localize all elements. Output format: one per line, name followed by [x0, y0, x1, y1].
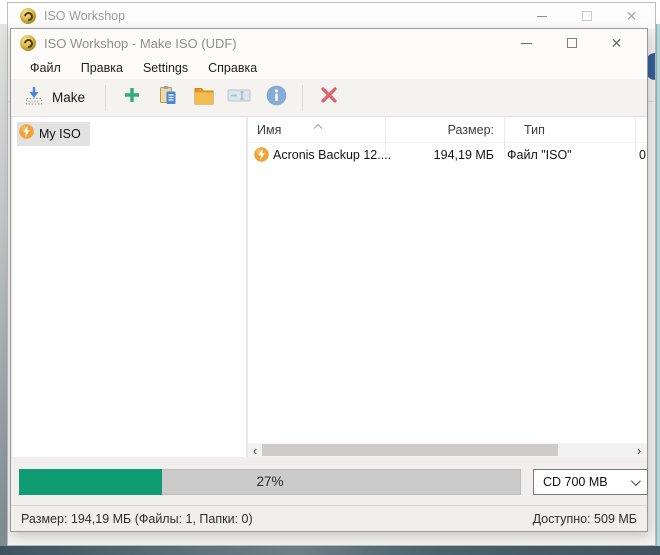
close-icon: ✕ [611, 36, 623, 50]
minimize-icon [537, 16, 547, 17]
chevron-down-icon [631, 476, 641, 486]
file-name: Acronis Backup 12.... [273, 148, 391, 162]
maximize-icon [582, 11, 592, 21]
window-title: ISO Workshop - Make ISO (UDF) [44, 36, 237, 51]
bg-maximize-button[interactable] [564, 4, 609, 28]
tree-item-label: My ISO [39, 127, 81, 141]
new-folder-button[interactable] [189, 83, 219, 113]
add-files-button[interactable] [117, 83, 147, 113]
info-icon [265, 84, 288, 112]
menubar: Файл Правка Settings Справка [11, 57, 647, 79]
rename-button [225, 83, 255, 113]
scrollbar-thumb[interactable] [262, 444, 558, 456]
volume-tree-panel: My ISO [13, 117, 246, 457]
desktop-wallpaper-right [656, 24, 660, 547]
file-list-panel: Имя Размер: Тип Acronis Backup 12.... 19… [248, 117, 647, 457]
toolbar-separator [105, 85, 106, 111]
desktop-wallpaper-bottom [0, 546, 660, 555]
progress-bar: 27% [19, 469, 521, 495]
maximize-icon [567, 38, 577, 48]
make-button[interactable]: Make [17, 82, 97, 113]
file-row[interactable]: Acronis Backup 12.... 194,19 МБ Файл "IS… [248, 145, 647, 167]
minimize-button[interactable] [504, 31, 549, 55]
background-titlebar[interactable]: ISO Workshop ✕ [8, 3, 655, 29]
scroll-left-icon[interactable]: ‹ [248, 443, 262, 457]
lightning-circle-icon [254, 147, 269, 165]
list-header: Имя Размер: Тип [248, 117, 647, 143]
status-bar: Размер: 194,19 МБ (Файлы: 1, Папки: 0) Д… [11, 505, 647, 531]
paste-button[interactable] [153, 83, 183, 113]
close-icon: ✕ [626, 9, 638, 23]
app-logo-icon [20, 35, 36, 51]
menu-file[interactable]: Файл [21, 59, 71, 78]
sort-ascending-icon [313, 118, 323, 132]
disc-capacity-dropdown[interactable]: CD 700 MB [533, 469, 648, 495]
column-header-size[interactable]: Размер: [386, 123, 494, 137]
make-button-label: Make [52, 90, 85, 105]
plus-icon [122, 85, 142, 110]
background-window-controls: ✕ [519, 4, 654, 28]
burn-arrow-icon [24, 85, 44, 110]
progress-percent-label: 27% [19, 469, 521, 495]
horizontal-scrollbar[interactable]: ‹ › [248, 443, 647, 457]
desktop-wallpaper-left [0, 24, 7, 547]
toolbar: Make [11, 79, 647, 117]
scroll-right-icon[interactable]: › [632, 443, 646, 457]
titlebar[interactable]: ISO Workshop - Make ISO (UDF) ✕ [11, 29, 647, 57]
bg-minimize-button[interactable] [519, 4, 564, 28]
column-header-type[interactable]: Тип [524, 123, 545, 137]
menu-edit[interactable]: Правка [71, 59, 133, 78]
file-size: 194,19 МБ [386, 148, 494, 162]
app-logo-icon [20, 8, 36, 24]
background-window-title: ISO Workshop [44, 9, 125, 23]
disc-capacity-value: CD 700 MB [543, 475, 608, 489]
bg-close-button[interactable]: ✕ [609, 4, 654, 28]
red-cross-icon [319, 85, 339, 110]
clipboard-paste-icon [158, 85, 178, 110]
lightning-circle-icon [19, 124, 34, 144]
rename-field-icon [227, 86, 253, 109]
remove-button[interactable] [314, 83, 344, 113]
tree-item-my-iso[interactable]: My ISO [17, 122, 90, 146]
status-size-text: Размер: 194,19 МБ (Файлы: 1, Папки: 0) [21, 512, 253, 526]
status-available-text: Доступно: 509 МБ [533, 512, 637, 526]
close-button[interactable]: ✕ [594, 31, 639, 55]
info-button[interactable] [261, 83, 291, 113]
file-type: Файл "ISO" [507, 148, 572, 162]
file-extra-clipped: 0 [639, 148, 646, 162]
menu-settings[interactable]: Settings [133, 59, 198, 78]
minimize-icon [521, 43, 532, 44]
make-iso-window: ISO Workshop - Make ISO (UDF) ✕ Файл Пра… [10, 28, 648, 532]
folder-icon [193, 85, 215, 110]
column-header-name[interactable]: Имя [257, 123, 281, 137]
maximize-button[interactable] [549, 31, 594, 55]
toolbar-separator [302, 85, 303, 111]
window-controls: ✕ [504, 31, 639, 55]
menu-help[interactable]: Справка [198, 59, 267, 78]
